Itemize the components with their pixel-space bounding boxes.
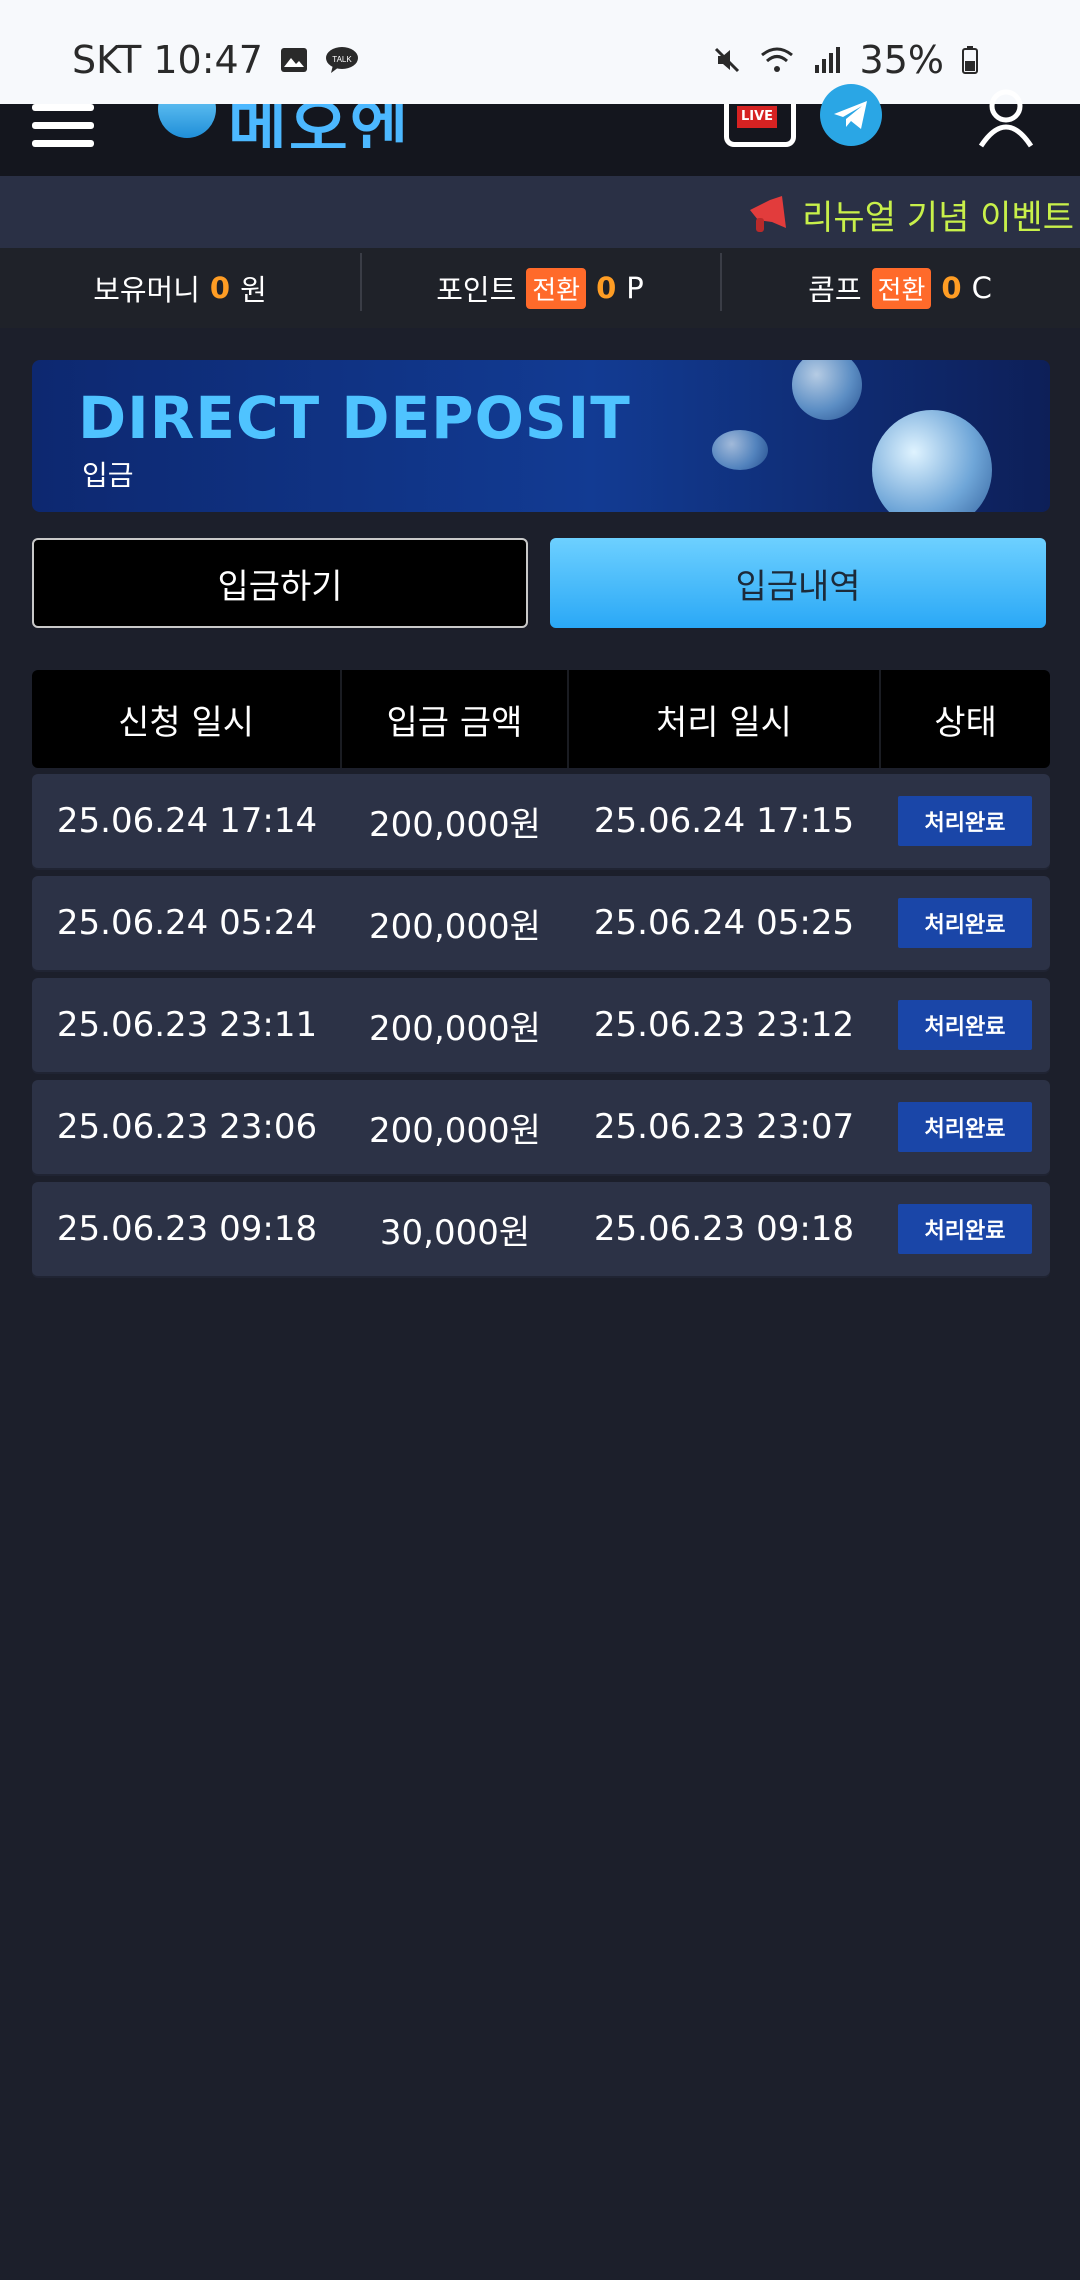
status-badge: 처리완료 xyxy=(898,1204,1032,1254)
deposit-amount: 200,000원 xyxy=(369,906,541,947)
money-balance: 보유머니 0 원 xyxy=(93,271,267,307)
live-tv-icon[interactable]: LIVE xyxy=(724,104,796,147)
point-balance: 포인트 전환 0 P xyxy=(360,253,720,311)
battery-percent: 35% xyxy=(859,38,944,82)
deposit-amount: 30,000원 xyxy=(379,1212,531,1253)
status-badge: 처리완료 xyxy=(898,1000,1032,1050)
coin-icon xyxy=(872,410,992,512)
request-time: 25.06.24 17:14 xyxy=(56,801,318,841)
status-bar: SKT 10:47 TALK 35% xyxy=(0,0,1080,104)
battery-icon xyxy=(962,46,978,74)
balance-bar: 보유머니 0 원 포인트 전환 0 P 콤프 전환 0 C xyxy=(0,248,1080,328)
table-row: 25.06.23 23:11 200,000원 25.06.23 23:12 처… xyxy=(32,978,1050,1072)
mute-icon xyxy=(714,47,739,73)
comp-convert-button[interactable]: 전환 xyxy=(871,267,932,309)
deposit-amount: 200,000원 xyxy=(369,804,541,845)
gallery-icon xyxy=(280,48,307,72)
marquee-text: 리뉴얼 기념 이벤트 xyxy=(802,198,1074,238)
svg-text:TALK: TALK xyxy=(332,55,352,64)
menu-icon[interactable] xyxy=(32,104,94,150)
column-header: 신청 일시 xyxy=(118,702,255,743)
table-row: 25.06.24 17:14 200,000원 25.06.24 17:15 처… xyxy=(32,774,1050,868)
telegram-icon[interactable] xyxy=(820,84,882,146)
site-header: 메오엔 LIVE xyxy=(0,84,1080,176)
deposit-amount: 200,000원 xyxy=(369,1008,541,1049)
coin-icon xyxy=(792,360,862,420)
process-time: 25.06.23 23:07 xyxy=(593,1107,855,1147)
table-row: 25.06.23 23:06 200,000원 25.06.23 23:07 처… xyxy=(32,1080,1050,1174)
wifi-icon xyxy=(760,47,793,72)
banner-title: DIRECT DEPOSIT xyxy=(78,384,631,452)
point-convert-button[interactable]: 전환 xyxy=(526,267,587,309)
notice-marquee: 리뉴얼 기념 이벤트 xyxy=(0,176,1080,248)
status-time: SKT 10:47 xyxy=(72,38,263,82)
megaphone-icon xyxy=(750,195,787,232)
deposit-amount: 200,000원 xyxy=(369,1110,541,1151)
request-time: 25.06.24 05:24 xyxy=(56,903,318,943)
deposit-banner: DIRECT DEPOSIT 입금 xyxy=(32,360,1050,512)
process-time: 25.06.24 17:15 xyxy=(593,801,855,841)
request-time: 25.06.23 09:18 xyxy=(56,1209,318,1249)
comp-balance: 콤프 전환 0 C xyxy=(720,253,1080,311)
column-header: 상태 xyxy=(879,670,1050,768)
table-row: 25.06.24 05:24 200,000원 25.06.24 05:25 처… xyxy=(32,876,1050,970)
process-time: 25.06.23 09:18 xyxy=(593,1209,855,1249)
request-time: 25.06.23 23:06 xyxy=(56,1107,318,1147)
tab-deposit[interactable]: 입금하기 xyxy=(32,538,528,628)
banner-subtitle: 입금 xyxy=(82,459,134,492)
status-badge: 처리완료 xyxy=(898,1102,1032,1152)
request-time: 25.06.23 23:11 xyxy=(56,1005,318,1045)
signal-icon xyxy=(814,47,840,73)
table-row: 25.06.23 09:18 30,000원 25.06.23 09:18 처리… xyxy=(32,1182,1050,1276)
status-badge: 처리완료 xyxy=(898,796,1032,846)
coin-icon xyxy=(712,430,768,470)
column-header: 입금 금액 xyxy=(340,670,567,768)
column-header: 처리 일시 xyxy=(566,670,879,768)
site-logo[interactable]: 메오엔 xyxy=(152,104,442,148)
talk-icon: TALK xyxy=(325,47,358,73)
tab-deposit-history[interactable]: 입금내역 xyxy=(550,538,1046,628)
status-badge: 처리완료 xyxy=(898,898,1032,948)
table-header: 신청 일시 입금 금액 처리 일시 상태 xyxy=(32,670,1050,768)
user-icon[interactable] xyxy=(976,88,1036,148)
process-time: 25.06.23 23:12 xyxy=(593,1005,855,1045)
process-time: 25.06.24 05:25 xyxy=(593,903,855,943)
